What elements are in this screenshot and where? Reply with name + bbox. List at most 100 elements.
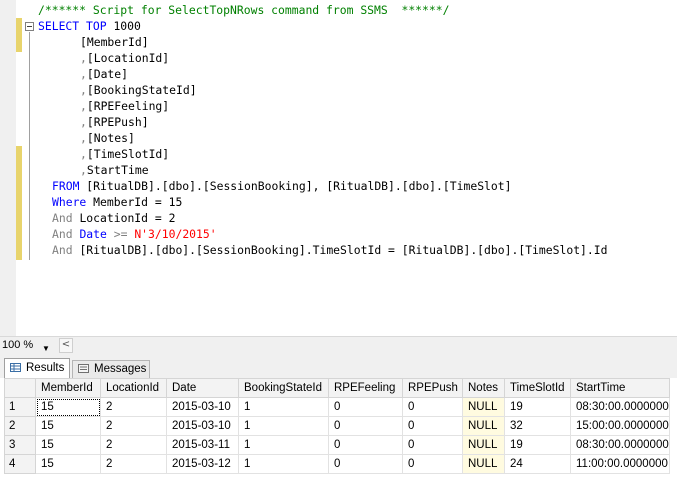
collapse-toggle-icon[interactable]	[25, 22, 34, 31]
table-cell[interactable]: NULL	[462, 435, 505, 455]
table-cell[interactable]: 0	[402, 397, 463, 417]
table-cell[interactable]: 1	[238, 397, 329, 417]
table-cell[interactable]: 15	[35, 397, 101, 417]
table-cell[interactable]: 0	[402, 435, 463, 455]
row-number[interactable]: 2	[4, 416, 36, 436]
column-header[interactable]: Notes	[462, 378, 505, 398]
column-header[interactable]: LocationId	[100, 378, 167, 398]
change-marker	[16, 146, 22, 260]
row-number[interactable]: 3	[4, 435, 36, 455]
code-line-col: [MemberId]	[80, 34, 149, 50]
tab-results-label: Results	[26, 362, 65, 374]
column-header[interactable]: Date	[166, 378, 239, 398]
outline-line	[29, 32, 30, 260]
table-cell[interactable]: 32	[504, 416, 571, 436]
code-line-col: ,[LocationId]	[80, 50, 169, 66]
table-cell[interactable]: 19	[504, 397, 571, 417]
table-cell[interactable]: 2	[100, 397, 167, 417]
table-row: 1 15 2 2015-03-10 1 0 0 NULL 19 08:30:00…	[4, 397, 670, 417]
table-cell[interactable]: 1	[238, 416, 329, 436]
comma: ,	[80, 115, 87, 129]
column-header[interactable]: BookingStateId	[238, 378, 329, 398]
table-cell[interactable]: NULL	[462, 416, 505, 436]
table-cell[interactable]: 1	[238, 454, 329, 474]
table-cell[interactable]: 15	[35, 454, 101, 474]
table-cell[interactable]: 2015-03-10	[166, 397, 239, 417]
table-cell[interactable]: 2	[100, 435, 167, 455]
keyword: And	[52, 243, 73, 257]
keyword: And	[52, 227, 73, 241]
column-ref: [BookingStateId]	[86, 83, 197, 97]
code-line-col: ,StartTime	[80, 162, 149, 178]
table-cell[interactable]: 1	[238, 435, 329, 455]
column-header[interactable]: MemberId	[35, 378, 101, 398]
table-cell[interactable]: 2	[100, 454, 167, 474]
tab-messages[interactable]: Messages	[72, 360, 150, 378]
keyword: FROM	[52, 179, 80, 193]
results-grid[interactable]: MemberId LocationId Date BookingStateId …	[4, 378, 677, 477]
code-line-col: ,[RPEPush]	[80, 114, 149, 130]
table-cell[interactable]: 15	[35, 416, 101, 436]
chevron-left-icon: <	[61, 339, 71, 350]
column-ref: [Date]	[86, 67, 129, 81]
table-cell[interactable]: 19	[504, 435, 571, 455]
column-header[interactable]: RPEPush	[402, 378, 463, 398]
query-editor[interactable]: /****** Script for SelectTopNRows comman…	[0, 0, 677, 336]
table-cell[interactable]: NULL	[462, 397, 505, 417]
top-count: 1000	[113, 19, 141, 33]
code-line-from: FROM [RitualDB].[dbo].[SessionBooking], …	[52, 178, 511, 194]
column-header[interactable]: StartTime	[570, 378, 670, 398]
header-row: MemberId LocationId Date BookingStateId …	[4, 378, 670, 398]
code-line-and: And LocationId = 2	[52, 210, 175, 226]
comma: ,	[80, 147, 87, 161]
editor-gutter	[0, 0, 16, 336]
table-cell[interactable]: 0	[328, 454, 403, 474]
table-cell[interactable]: 08:30:00.0000000	[570, 435, 670, 455]
comma: ,	[80, 67, 87, 81]
table-cell[interactable]: 15	[35, 435, 101, 455]
table-cell[interactable]: 0	[328, 435, 403, 455]
column-header[interactable]: RPEFeeling	[328, 378, 403, 398]
code-line-and: And [RitualDB].[dbo].[SessionBooking].Ti…	[52, 242, 607, 258]
table-cell[interactable]: 24	[504, 454, 571, 474]
table-cell[interactable]: 15:00:00.0000000	[570, 416, 670, 436]
column-ref: [LocationId]	[86, 51, 170, 65]
results-tabbar: Results Messages	[0, 354, 677, 378]
keyword: And	[52, 211, 73, 225]
table-cell[interactable]: 0	[402, 416, 463, 436]
condition: LocationId = 2	[79, 211, 176, 225]
table-cell[interactable]: 2015-03-10	[166, 416, 239, 436]
row-number[interactable]: 1	[4, 397, 36, 417]
table-cell[interactable]: 0	[328, 397, 403, 417]
tab-messages-label: Messages	[94, 363, 147, 375]
keyword: Where	[52, 195, 87, 209]
table-cell[interactable]: 0	[328, 416, 403, 436]
scroll-left-button[interactable]: <	[59, 338, 73, 353]
tab-results[interactable]: Results	[4, 358, 70, 378]
zoom-dropdown[interactable]: 100 % ▼	[2, 338, 58, 353]
column-ref: [RPEPush]	[86, 115, 149, 129]
comma: ,	[80, 163, 87, 177]
table-cell[interactable]: NULL	[462, 454, 505, 474]
table-cell[interactable]: 08:30:00.0000000	[570, 397, 670, 417]
code-line-comment: /****** Script for SelectTopNRows comman…	[38, 2, 449, 18]
table-cell[interactable]: 11:00:00.0000000	[570, 454, 670, 474]
zoom-bar: 100 % ▼ <	[0, 336, 677, 354]
zoom-value: 100 %	[2, 339, 34, 351]
condition: MemberId = 15	[93, 195, 183, 209]
table-cell[interactable]: 2015-03-11	[166, 435, 239, 455]
row-header-corner[interactable]	[4, 378, 36, 398]
keyword: SELECT	[38, 19, 80, 33]
column-ref: StartTime	[86, 163, 149, 177]
table-row: 2 15 2 2015-03-10 1 0 0 NULL 32 15:00:00…	[4, 416, 670, 436]
column-header[interactable]: TimeSlotId	[504, 378, 571, 398]
table-cell[interactable]: 0	[402, 454, 463, 474]
code-line-col: ,[RPEFeeling]	[80, 98, 169, 114]
code-line-col: ,[TimeSlotId]	[80, 146, 169, 162]
table-cell[interactable]: 2015-03-12	[166, 454, 239, 474]
comma: ,	[80, 51, 87, 65]
row-number[interactable]: 4	[4, 454, 36, 474]
table-cell[interactable]: 2	[100, 416, 167, 436]
column-ref: [Notes]	[86, 131, 135, 145]
comma: ,	[80, 99, 87, 113]
